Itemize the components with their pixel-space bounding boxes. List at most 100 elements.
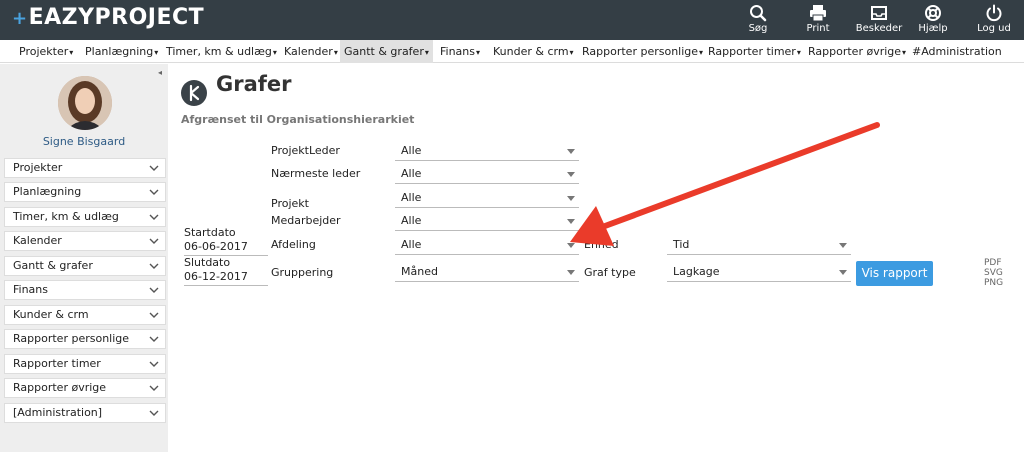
avatar[interactable] — [58, 76, 112, 130]
export-png-link[interactable]: PNG — [984, 278, 1003, 288]
menu-label: Kunder & crm — [493, 45, 569, 58]
gruppering-select[interactable]: Måned — [395, 262, 579, 282]
enhed-label: Enhed — [584, 238, 619, 251]
sidebar-item-kunder-crm[interactable]: Kunder & crm — [4, 305, 166, 325]
dropdown-arrow-icon — [839, 270, 847, 275]
dropdown-arrow-icon — [567, 243, 575, 248]
dropdown-arrow-icon — [839, 243, 847, 248]
menu-rapporter-personlige[interactable]: Rapporter personlige▾ — [582, 40, 703, 63]
startdate-field[interactable]: 06-06-2017 — [184, 240, 268, 256]
dropdown-arrow-icon — [567, 149, 575, 154]
graf-type-select[interactable]: Lagkage — [667, 262, 851, 282]
sidebar-item-label: Planlægning — [13, 185, 82, 198]
vis-rapport-button[interactable]: Vis rapport — [856, 261, 933, 286]
naermeste-leder-select[interactable]: Alle — [395, 164, 579, 184]
chevron-down-icon — [149, 385, 159, 391]
sidebar-item-label: Rapporter personlige — [13, 332, 130, 345]
afdeling-label: Afdeling — [271, 238, 316, 251]
startdate-value: 06-06-2017 — [184, 240, 248, 253]
sidebar-item-rapporter-timer[interactable]: Rapporter timer — [4, 354, 166, 374]
projekt-select[interactable]: Alle — [395, 188, 579, 208]
enddate-value: 06-12-2017 — [184, 270, 248, 283]
messages-button[interactable]: Beskeder — [852, 4, 906, 34]
page-subtitle: Afgrænset til Organisationshierarkiet — [181, 113, 415, 126]
menu-rapporter-timer[interactable]: Rapporter timer▾ — [708, 40, 801, 63]
app-logo[interactable]: +EAZYPROJECT — [12, 5, 204, 30]
chevron-down-icon — [149, 165, 159, 171]
caret-down-icon: ▾ — [424, 48, 429, 57]
menu-kunder-crm[interactable]: Kunder & crm▾ — [493, 40, 574, 63]
sidebar-item-label: Kalender — [13, 234, 62, 247]
chevron-down-icon — [149, 312, 159, 318]
menu-finans[interactable]: Finans▾ — [440, 40, 480, 63]
sidebar-item-gantt-grafer[interactable]: Gantt & grafer — [4, 256, 166, 276]
chevron-down-icon — [149, 361, 159, 367]
projektleder-select[interactable]: Alle — [395, 141, 579, 161]
menu-planlaegning[interactable]: Planlægning▾ — [85, 40, 158, 63]
startdate-label: Startdato — [184, 226, 236, 239]
caret-down-icon: ▾ — [476, 48, 481, 57]
menu-label: Kalender — [284, 45, 333, 58]
logout-button[interactable]: Log ud — [967, 4, 1021, 34]
menu-gantt-grafer[interactable]: Gantt & grafer▾ — [340, 40, 433, 63]
search-icon — [750, 5, 767, 22]
print-label: Print — [806, 23, 830, 34]
sidebar-item-finans[interactable]: Finans — [4, 280, 166, 300]
menu-projekter[interactable]: Projekter▾ — [19, 40, 73, 63]
sidebar-item-rapporter-personlige[interactable]: Rapporter personlige — [4, 329, 166, 349]
menu-label: Timer, km & udlæg — [166, 45, 272, 58]
sidebar-item-planlaegning[interactable]: Planlægning — [4, 182, 166, 202]
gruppering-value: Måned — [401, 265, 438, 278]
menu-timer[interactable]: Timer, km & udlæg▾ — [166, 40, 277, 63]
menu-rapporter-ovrige[interactable]: Rapporter øvrige▾ — [808, 40, 906, 63]
menu-kalender[interactable]: Kalender▾ — [284, 40, 338, 63]
medarbejder-label: Medarbejder — [271, 214, 341, 227]
afdeling-select[interactable]: Alle — [395, 235, 579, 255]
menu-label: Gantt & grafer — [344, 45, 424, 58]
caret-down-icon: ▾ — [69, 48, 74, 57]
sidebar-item-administration[interactable]: [Administration] — [4, 403, 166, 423]
dropdown-arrow-icon — [567, 219, 575, 224]
logout-label: Log ud — [977, 23, 1011, 34]
sidebar-item-timer[interactable]: Timer, km & udlæg — [4, 207, 166, 227]
sidebar-item-label: Projekter — [13, 161, 63, 174]
caret-down-icon: ▾ — [796, 48, 801, 57]
export-pdf-link[interactable]: PDF — [984, 258, 1002, 268]
menu-label: Projekter — [19, 45, 69, 58]
help-button[interactable]: Hjælp — [906, 4, 960, 34]
projekt-label: Projekt — [271, 197, 309, 210]
pie-chart-icon — [181, 80, 207, 106]
sidebar-item-label: Rapporter øvrige — [13, 381, 107, 394]
chevron-down-icon — [149, 263, 159, 269]
chevron-down-icon — [149, 336, 159, 342]
sidebar-item-projekter[interactable]: Projekter — [4, 158, 166, 178]
export-svg-link[interactable]: SVG — [984, 268, 1003, 278]
user-name-link[interactable]: Signe Bisgaard — [0, 135, 168, 148]
sidebar-item-kalender[interactable]: Kalender — [4, 231, 166, 251]
dropdown-arrow-icon — [567, 172, 575, 177]
chevron-down-icon — [149, 189, 159, 195]
caret-down-icon: ▾ — [154, 48, 159, 57]
printer-icon — [810, 5, 826, 22]
sidebar-item-label: Rapporter timer — [13, 357, 101, 370]
naermeste-leder-value: Alle — [401, 167, 422, 180]
search-button[interactable]: Søg — [731, 4, 785, 34]
enhed-select[interactable]: Tid — [667, 235, 851, 255]
menu-label: Finans — [440, 45, 475, 58]
enddate-field[interactable]: 06-12-2017 — [184, 270, 268, 286]
sidebar-item-rapporter-ovrige[interactable]: Rapporter øvrige — [4, 378, 166, 398]
collapse-sidebar-icon[interactable]: ◂ — [158, 68, 162, 77]
medarbejder-select[interactable]: Alle — [395, 211, 579, 231]
enddate-label: Slutdato — [184, 256, 231, 269]
menu-administration[interactable]: #Administration — [912, 40, 1003, 63]
caret-down-icon: ▾ — [272, 48, 277, 57]
chevron-down-icon — [149, 238, 159, 244]
logo-plus-icon: + — [12, 8, 28, 29]
sidebar-item-label: Finans — [13, 283, 48, 296]
print-button[interactable]: Print — [791, 4, 845, 34]
main-menu: Projekter▾ Planlægning▾ Timer, km & udlæ… — [0, 40, 1024, 63]
gruppering-label: Gruppering — [271, 266, 334, 279]
menu-label: Rapporter timer — [708, 45, 796, 58]
caret-down-icon: ▾ — [333, 48, 338, 57]
sidebar-item-label: Kunder & crm — [13, 308, 89, 321]
